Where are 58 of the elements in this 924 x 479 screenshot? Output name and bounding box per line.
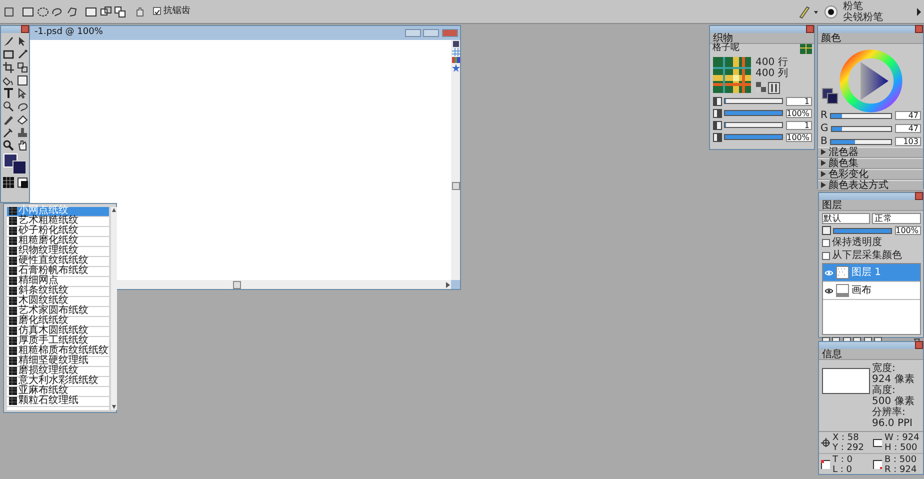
panel-header[interactable]: 颜色 xyxy=(818,33,923,44)
info-label: 分辨率: xyxy=(872,406,906,418)
dropdown[interactable]: 默认 xyxy=(822,213,870,224)
value-field[interactable]: 103 xyxy=(894,137,920,146)
info-value: R : 924 xyxy=(884,464,917,474)
info-label: 高度: xyxy=(872,384,896,396)
value-field[interactable]: 100% xyxy=(786,132,812,142)
section-title[interactable]: 色彩变化 xyxy=(828,169,868,180)
value-field[interactable]: 100% xyxy=(786,108,812,118)
info-value: 924 像素 xyxy=(872,374,914,384)
panel-header[interactable]: 颜色表达方式 xyxy=(818,180,923,191)
brush-category[interactable]: 粉笔 xyxy=(843,0,913,12)
layer-name: 画布 xyxy=(852,285,872,296)
info-value: W : 924 xyxy=(884,432,920,442)
value-field[interactable]: 100% xyxy=(894,226,920,235)
panel-header[interactable]: 混色器 xyxy=(818,147,923,158)
value-field[interactable]: 1 xyxy=(786,96,812,106)
paper-item[interactable]: 硬性直纹纸纸纹 xyxy=(6,256,108,266)
columns-count: 400 列 xyxy=(756,68,788,79)
channel-label: B xyxy=(820,136,828,147)
panel-header[interactable]: 图层 xyxy=(819,200,923,211)
panel-header[interactable]: 颜色集 xyxy=(818,158,923,169)
channel-label: G xyxy=(820,123,828,134)
paper-menu[interactable]: 小网点纸纹 艺术粗糙纸纹 砂子粉化纸纹 粗糙磨化纸纹 织物纹理纸纹 硬性直纹纸纸纹 石膏粉帆布纸纹 精细网点 斜条纹纸纹 木圆纹纸纹 艺术家圆布纸纹 磨化纸纸纹 仿真木圆纸纸纹 厚质手工纸纸纹 粗糙棉质布纹纸纸纹 精细坚硬纹理纸 磨损纹理纸纹 意大利水彩纸纸纹 亚麻布纸纹 颗粒石纹理纸 xyxy=(3,203,117,413)
info-value: H : 500 xyxy=(884,442,918,452)
weave-name: 格子呢 xyxy=(712,44,740,54)
antialias-label: 抗锯齿 xyxy=(164,6,190,16)
info-value: 96.0 PPI xyxy=(872,418,914,428)
window-title: -1.psd @ 100% xyxy=(34,28,103,38)
value-field[interactable]: 47 xyxy=(894,124,920,133)
value-field[interactable]: 47 xyxy=(894,111,920,120)
info-value: L : 0 xyxy=(832,464,852,474)
layer-row[interactable]: 画布 xyxy=(822,282,920,300)
section-title[interactable]: 混色器 xyxy=(828,147,858,158)
info-label: 宽度: xyxy=(872,362,896,374)
info-value: X : 58 xyxy=(832,432,860,442)
brush-variant[interactable]: 尖锐粉笔 xyxy=(843,12,913,22)
rows-count: 400 行 xyxy=(756,57,788,68)
info-value: B : 500 xyxy=(884,454,917,464)
option-label: 从下层采集颜色 xyxy=(832,250,902,261)
panel-header[interactable]: 织物 xyxy=(710,33,814,44)
value-field[interactable]: 1 xyxy=(786,120,812,130)
panel-header[interactable]: 色彩变化 xyxy=(818,169,923,180)
paper-item[interactable]: 斜条纹纸纹 xyxy=(6,286,108,296)
paper-item[interactable]: 粗糙磨化纸纹 xyxy=(6,236,108,246)
info-value: 500 像素 xyxy=(872,396,914,406)
paper-item[interactable]: 颗粒石纹理纸 xyxy=(6,396,108,406)
section-title[interactable]: 颜色集 xyxy=(828,158,858,169)
paper-item[interactable]: 粗糙棉质布纹纸纸纹 xyxy=(6,346,108,356)
panel-header[interactable]: 信息 xyxy=(819,349,923,360)
dropdown[interactable]: 正常 xyxy=(872,213,920,224)
channel-label: R xyxy=(820,110,828,121)
section-title[interactable]: 颜色表达方式 xyxy=(828,180,888,191)
info-value: Y : 292 xyxy=(832,442,864,452)
paper-item[interactable]: 亚麻布纸纹 xyxy=(6,386,108,396)
layer-name: 图层 1 xyxy=(852,267,882,278)
info-value: T : 0 xyxy=(832,454,852,464)
option-label: 保持透明度 xyxy=(832,237,882,248)
